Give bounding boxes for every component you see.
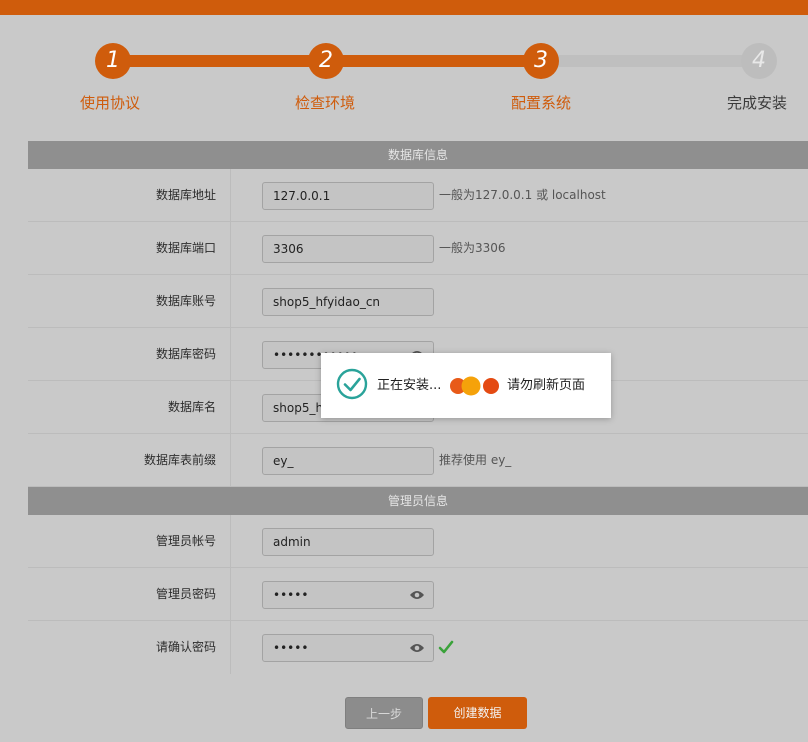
db-user-label: 数据库账号	[28, 275, 231, 327]
admin-section-header: 管理员信息	[28, 487, 808, 515]
db-host-row: 数据库地址 127.0.0.1 一般为127.0.0.1 或 localhost	[28, 169, 808, 222]
top-accent-bar	[0, 0, 808, 15]
db-prefix-row: 数据库表前缀 ey_ 推荐使用 ey_	[28, 434, 808, 487]
db-user-input[interactable]: shop5_hfyidao_cn	[262, 288, 434, 316]
db-port-row: 数据库端口 3306 一般为3306	[28, 222, 808, 275]
admin-confirm-value: •••••	[273, 641, 309, 655]
eye-icon[interactable]	[409, 589, 425, 601]
admin-confirm-label: 请确认密码	[28, 621, 231, 674]
db-port-hint: 一般为3306	[439, 241, 506, 255]
step-1-label: 使用协议	[80, 94, 141, 112]
create-data-button[interactable]: 创建数据	[428, 697, 527, 729]
no-refresh-notice: 请勿刷新页面	[507, 378, 586, 393]
admin-password-row: 管理员密码 •••••	[28, 568, 808, 621]
step-2-label: 检查环境	[295, 94, 356, 112]
db-host-label: 数据库地址	[28, 169, 231, 221]
check-icon	[438, 640, 454, 654]
installing-text: 正在安装...	[377, 378, 442, 393]
db-host-hint: 一般为127.0.0.1 或 localhost	[439, 188, 606, 202]
db-section-header: 数据库信息	[28, 141, 808, 169]
db-prefix-input[interactable]: ey_	[262, 447, 434, 475]
progress-track-remaining	[540, 55, 760, 67]
db-port-label: 数据库端口	[28, 222, 231, 274]
prev-step-button[interactable]: 上一步	[345, 697, 423, 729]
db-prefix-hint: 推荐使用 ey_	[439, 453, 512, 467]
step-4-label: 完成安装	[727, 94, 788, 112]
admin-password-input[interactable]: •••••	[262, 581, 434, 609]
loading-dots-icon	[450, 376, 499, 396]
admin-account-label: 管理员帐号	[28, 515, 231, 567]
step-3-label: 配置系统	[511, 94, 572, 112]
db-user-row: 数据库账号 shop5_hfyidao_cn	[28, 275, 808, 328]
step-4-circle: 4	[741, 43, 777, 79]
db-port-input[interactable]: 3306	[262, 235, 434, 263]
db-name-label: 数据库名	[28, 381, 231, 433]
eye-icon[interactable]	[409, 642, 425, 654]
db-host-input[interactable]: 127.0.0.1	[262, 182, 434, 210]
step-2-circle: 2	[308, 43, 344, 79]
admin-confirm-row: 请确认密码 •••••	[28, 621, 808, 674]
admin-account-row: 管理员帐号 admin	[28, 515, 808, 568]
admin-password-value: •••••	[273, 588, 309, 602]
step-1-circle: 1	[95, 43, 131, 79]
admin-account-input[interactable]: admin	[262, 528, 434, 556]
db-password-label: 数据库密码	[28, 328, 231, 380]
db-prefix-label: 数据库表前缀	[28, 434, 231, 486]
form-actions: 上一步 创建数据	[0, 697, 808, 729]
success-check-icon	[336, 368, 368, 400]
install-progress-steps: 1 使用协议 2 检查环境 3 配置系统 4 完成安装	[0, 15, 808, 125]
admin-confirm-input[interactable]: •••••	[262, 634, 434, 662]
step-3-circle: 3	[523, 43, 559, 79]
installing-dialog: 正在安装... 请勿刷新页面	[321, 353, 611, 418]
admin-password-label: 管理员密码	[28, 568, 231, 620]
